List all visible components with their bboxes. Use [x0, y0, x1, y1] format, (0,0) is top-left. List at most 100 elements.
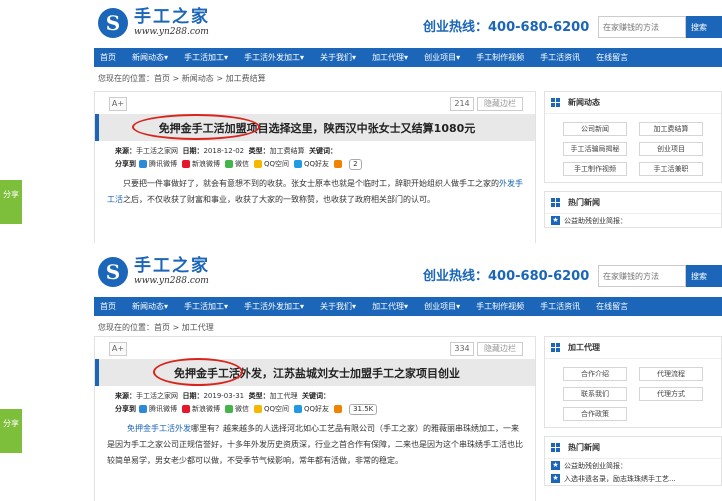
panel-title: 加工代理: [568, 343, 600, 352]
star-icon: ★: [551, 474, 560, 483]
hide-sidebar-button[interactable]: 隐藏边栏: [477, 342, 523, 356]
font-size-button[interactable]: A+: [109, 342, 127, 356]
share-qq[interactable]: QQ好友: [294, 404, 329, 414]
qq-icon: [294, 405, 303, 413]
share-qq[interactable]: QQ好友: [294, 159, 329, 169]
nav-home[interactable]: 首页: [100, 301, 116, 312]
star-icon: ★: [551, 461, 560, 470]
nav-handwork[interactable]: 手工活加工▾: [184, 301, 228, 312]
article-toolbar: A+ 214 隐藏边栏: [95, 92, 535, 114]
share-bar: 分享到 腾讯微博 新浪微博 微信 QQ空间 QQ好友 2: [95, 158, 535, 170]
side-tag[interactable]: 合作介绍: [563, 367, 627, 381]
side-tag[interactable]: 创业项目: [639, 142, 703, 156]
wechat-icon: [225, 405, 233, 413]
share-side-tab[interactable]: 分享: [0, 409, 22, 453]
share-more[interactable]: [334, 160, 344, 168]
logo-url: www.yn288.com: [134, 276, 209, 286]
title-bar: 免押金手工活外发，江苏盐城刘女士加盟手工之家项目创业: [95, 358, 535, 386]
nav-startup[interactable]: 创业项目▾: [424, 52, 460, 63]
panel-title: 新闻动态: [568, 98, 600, 107]
nav-videos[interactable]: 手工制作视频: [476, 301, 524, 312]
hot-news-item[interactable]: ★ 入选非遗名录，励志珠珠绣手工艺...: [545, 472, 721, 485]
nav-info[interactable]: 手工活资讯: [540, 52, 580, 63]
logo-title: 手工之家: [134, 7, 210, 27]
hotline: 创业热线：400-680-6200: [423, 265, 589, 284]
meta-source: 手工活之家网: [136, 392, 178, 400]
grid-icon: [551, 198, 560, 207]
nav-about[interactable]: 关于我们▾: [320, 301, 356, 312]
side-tag[interactable]: 代理流程: [639, 367, 703, 381]
search-button[interactable]: 搜索: [686, 16, 722, 38]
search-box: 搜索: [598, 265, 722, 287]
meta-category[interactable]: 加工代理: [270, 392, 298, 400]
sina-weibo-icon: [182, 405, 190, 413]
side-tag[interactable]: 手工活骗局揭秘: [563, 142, 627, 156]
side-tag[interactable]: 手工制作视频: [563, 162, 627, 176]
logo-title: 手工之家: [134, 256, 210, 276]
side-tag[interactable]: 代理方式: [639, 387, 703, 401]
red-highlight-ellipse: [132, 114, 260, 140]
red-highlight-ellipse: [153, 358, 243, 386]
search-input[interactable]: [598, 265, 686, 287]
nav-agency[interactable]: 加工代理▾: [372, 301, 408, 312]
nav-handwork[interactable]: 手工活加工▾: [184, 52, 228, 63]
search-input[interactable]: [598, 16, 686, 38]
share-wechat[interactable]: 微信: [225, 159, 249, 169]
view-count: 334: [450, 342, 474, 356]
grid-icon: [551, 343, 560, 352]
font-size-button[interactable]: A+: [109, 97, 127, 111]
grid-icon: [551, 98, 560, 107]
search-button[interactable]: 搜索: [686, 265, 722, 287]
share-tencent-weibo[interactable]: 腾讯微博: [139, 404, 177, 414]
nav-home[interactable]: 首页: [100, 52, 116, 63]
side-tag[interactable]: 联系我们: [563, 387, 627, 401]
nav-about[interactable]: 关于我们▾: [320, 52, 356, 63]
article-card: A+ 334 隐藏边栏 免押金手工活外发，江苏盐城刘女士加盟手工之家项目创业 来…: [94, 336, 536, 501]
meta-category[interactable]: 加工费结算: [270, 147, 305, 155]
nav-outsourcing[interactable]: 手工活外发加工▾: [244, 301, 304, 312]
nav-news[interactable]: 新闻动态▾: [132, 301, 168, 312]
sidebar: 加工代理 合作介绍 代理流程 联系我们 代理方式 合作政策 热门新闻 ★ 公益助残…: [544, 336, 722, 494]
side-tag[interactable]: 手工活兼职: [639, 162, 703, 176]
hide-sidebar-button[interactable]: 隐藏边栏: [477, 97, 523, 111]
site-logo[interactable]: S 手工之家 www.yn288.com: [98, 256, 210, 287]
meta-date: 2018-12-02: [203, 147, 245, 155]
side-tag[interactable]: 公司新闻: [563, 122, 627, 136]
site-logo[interactable]: S 手工之家 www.yn288.com: [98, 7, 210, 38]
star-icon: ★: [551, 216, 560, 225]
breadcrumb: 您现在的位置：首页 > 新闻动态 > 加工费结算: [98, 74, 266, 83]
panel-title: 热门新闻: [568, 198, 600, 207]
hotline-label: 创业热线：: [423, 269, 489, 284]
share-side-tab[interactable]: 分享: [0, 180, 22, 224]
nav-info[interactable]: 手工活资讯: [540, 301, 580, 312]
body-link[interactable]: 免押金手工活外发: [107, 424, 191, 433]
site-header: S 手工之家 www.yn288.com 创业热线：400-680-6200 搜…: [0, 0, 722, 48]
nav-message[interactable]: 在线留言: [596, 52, 628, 63]
tencent-weibo-icon: [139, 405, 147, 413]
nav-startup[interactable]: 创业项目▾: [424, 301, 460, 312]
nav-agency[interactable]: 加工代理▾: [372, 52, 408, 63]
nav-outsourcing[interactable]: 手工活外发加工▾: [244, 52, 304, 63]
side-tag[interactable]: 合作政策: [563, 407, 627, 421]
nav-videos[interactable]: 手工制作视频: [476, 52, 524, 63]
hot-news-item[interactable]: ★ 公益助残创业简报：: [545, 214, 721, 227]
nav-news[interactable]: 新闻动态▾: [132, 52, 168, 63]
share-qzone[interactable]: QQ空间: [254, 159, 289, 169]
side-panel-hot: 热门新闻 ★ 公益助残创业简报： ★ 入选非遗名录，励志珠珠绣手工艺...: [544, 436, 722, 486]
share-sina-weibo[interactable]: 新浪微博: [182, 159, 220, 169]
share-more[interactable]: [334, 405, 344, 413]
share-qzone[interactable]: QQ空间: [254, 404, 289, 414]
share-wechat[interactable]: 微信: [225, 404, 249, 414]
side-tag[interactable]: 加工费结算: [639, 122, 703, 136]
screenshot-2: S 手工之家 www.yn288.com 创业热线：400-680-6200 搜…: [0, 249, 722, 501]
share-sina-weibo[interactable]: 新浪微博: [182, 404, 220, 414]
nav-message[interactable]: 在线留言: [596, 301, 628, 312]
side-panel-news: 新闻动态 公司新闻 加工费结算 手工活骗局揭秘 创业项目 手工制作视频 手工活兼…: [544, 91, 722, 183]
article-toolbar: A+ 334 隐藏边栏: [95, 337, 535, 359]
article-body: 只要把一件事做好了，就会有意想不到的收获。张女士原本也就是个临时工，辞职开始组织…: [107, 179, 523, 204]
share-tencent-weibo[interactable]: 腾讯微博: [139, 159, 177, 169]
title-bar: 免押金手工活加盟项目选择这里，陕西汉中张女士又结算1080元: [95, 114, 535, 141]
article-body: 免押金手工活外发哪里有？越来越多的人选择河北如心工艺品有限公司（手工之家）的雅薇…: [107, 424, 523, 465]
breadcrumb: 您现在的位置：首页 > 加工代理: [98, 323, 214, 332]
hot-news-item[interactable]: ★ 公益助残创业简报：: [545, 459, 721, 472]
